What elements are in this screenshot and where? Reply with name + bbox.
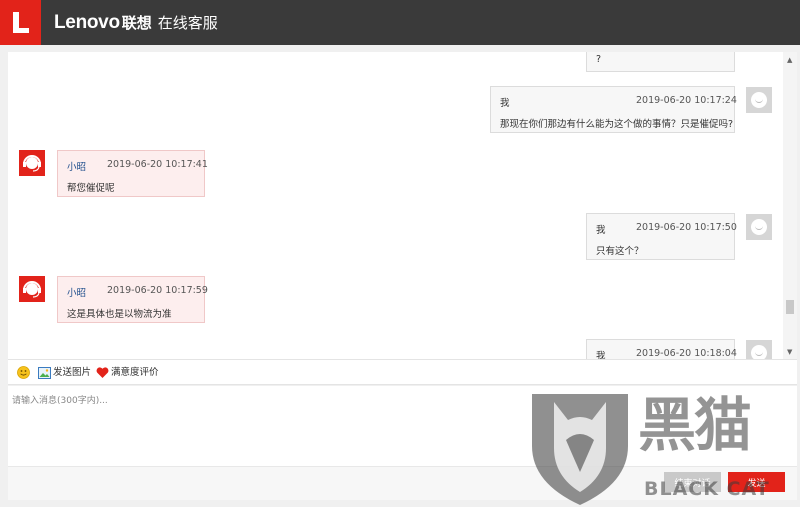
message-input[interactable] — [8, 386, 797, 466]
message-text: 这是具体也是以物流为准 — [67, 309, 172, 320]
rating-label[interactable]: 满意度评价 — [111, 367, 159, 378]
chat-message-agent: 小昭 2019-06-20 10:17:59 这是具体也是以物流为准 — [57, 276, 208, 323]
logo-l-icon — [13, 12, 29, 33]
chat-scrollbar[interactable]: ▲ ▼ — [783, 52, 797, 359]
send-image-button[interactable]: 发送图片 — [38, 366, 91, 379]
agent-avatar — [19, 150, 45, 176]
scroll-up-icon[interactable]: ▲ — [787, 56, 792, 64]
message-time: 2019-06-20 10:17:41 — [107, 159, 208, 170]
rating-button[interactable]: 满意度评价 — [96, 366, 159, 379]
message-sender: 我 — [596, 225, 606, 236]
agent-avatar — [19, 276, 45, 302]
message-sender: 我 — [596, 351, 606, 359]
message-text: 帮您催促呢 — [67, 183, 115, 194]
user-avatar — [746, 87, 772, 113]
brand-subtitle: 在线客服 — [157, 14, 218, 32]
chat-message-agent: 小昭 2019-06-20 10:17:41 帮您催促呢 — [57, 150, 208, 197]
message-sender: 我 — [500, 98, 510, 109]
message-input-area[interactable] — [8, 386, 797, 466]
message-sender: 小昭 — [67, 162, 87, 173]
lenovo-logo — [0, 0, 41, 45]
brand-cn: 联想 — [121, 14, 152, 32]
chat-message-user: ? — [586, 52, 735, 72]
message-text: 那现在你们那边有什么能为这个做的事情？只是催促吗? — [500, 119, 734, 130]
user-avatar — [746, 340, 772, 359]
image-icon — [38, 366, 51, 379]
message-time: 2019-06-20 10:17:24 — [636, 95, 737, 106]
headset-icon — [23, 155, 41, 172]
headset-icon — [23, 281, 41, 298]
chat-toolbar: 发送图片 满意度评价 — [8, 359, 797, 385]
emoji-button[interactable] — [17, 366, 32, 379]
brand-title: Lenovo 联想 在线客服 — [54, 10, 218, 36]
message-time: 2019-06-20 10:17:59 — [107, 285, 208, 296]
message-time: 2019-06-20 10:17:50 — [636, 222, 737, 233]
end-chat-button[interactable]: 结束对话 — [664, 472, 721, 492]
send-button[interactable]: 发送 — [728, 472, 785, 492]
chat-message-user: 我 2019-06-20 10:17:24 那现在你们那边有什么能为这个做的事情… — [490, 86, 737, 133]
chat-message-user: 我 2019-06-20 10:17:50 只有这个？ — [586, 213, 737, 260]
chat-history[interactable]: ? 我 2019-06-20 10:17:24 那现在你们那边有什么能为这个做的… — [8, 52, 783, 359]
message-text: ? — [596, 54, 602, 65]
app-header: Lenovo 联想 在线客服 — [0, 0, 800, 45]
send-image-label[interactable]: 发送图片 — [53, 367, 91, 378]
chat-message-user: 我 2019-06-20 10:18:04 — [586, 339, 737, 359]
scroll-down-icon[interactable]: ▼ — [787, 348, 792, 356]
user-avatar — [746, 214, 772, 240]
scrollbar-thumb[interactable] — [786, 300, 794, 314]
message-time: 2019-06-20 10:18:04 — [636, 348, 737, 359]
brand-en: Lenovo — [54, 12, 120, 33]
emoji-icon — [17, 366, 30, 379]
message-text: 只有这个？ — [596, 246, 644, 257]
message-sender: 小昭 — [67, 288, 87, 299]
heart-icon — [96, 366, 109, 378]
